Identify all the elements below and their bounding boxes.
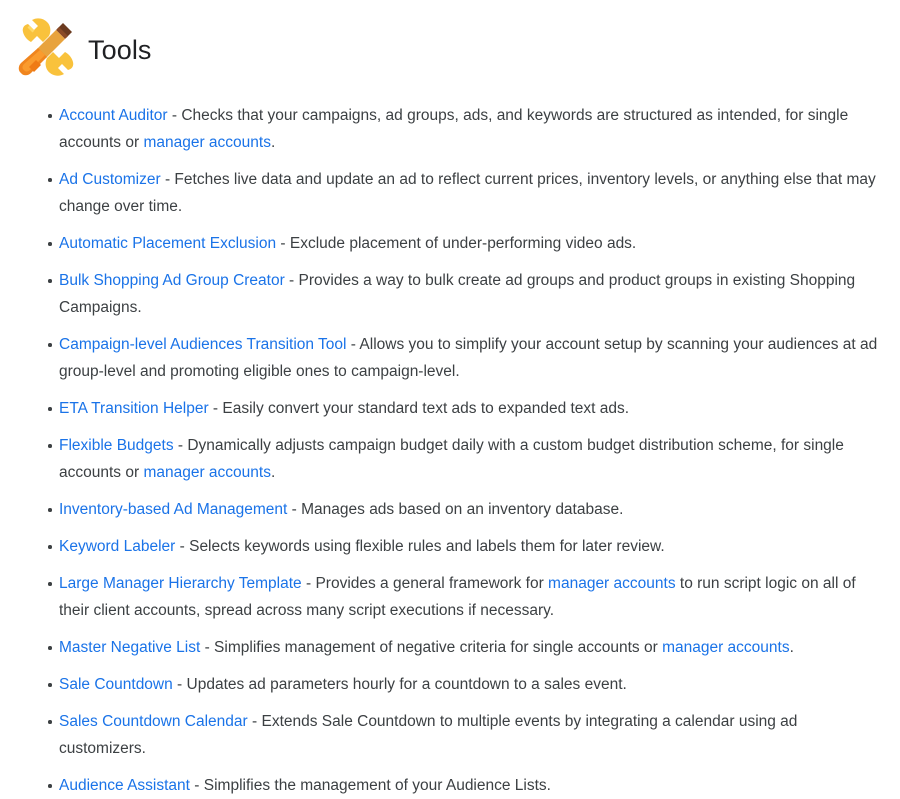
manager-accounts-link[interactable]: manager accounts xyxy=(662,639,790,656)
tool-description: . xyxy=(789,639,794,656)
tool-link[interactable]: ETA Transition Helper xyxy=(59,400,209,417)
list-item: Audience Assistant - Simplifies the mana… xyxy=(48,772,880,799)
tool-link[interactable]: Sales Countdown Calendar xyxy=(59,713,248,730)
manager-accounts-link[interactable]: manager accounts xyxy=(143,464,271,481)
tool-link[interactable]: Flexible Budgets xyxy=(59,437,174,454)
tool-link[interactable]: Inventory-based Ad Management xyxy=(59,501,287,518)
tool-description: - Provides a general framework for xyxy=(301,575,549,592)
tool-link[interactable]: Automatic Placement Exclusion xyxy=(59,235,276,252)
tool-link[interactable]: Sale Countdown xyxy=(59,676,173,693)
tools-emoji-icon xyxy=(16,15,80,79)
tool-description: - Selects keywords using flexible rules … xyxy=(175,538,665,555)
list-item: Automatic Placement Exclusion - Exclude … xyxy=(48,230,880,257)
list-item: Keyword Labeler - Selects keywords using… xyxy=(48,533,880,560)
list-item: Account Auditor - Checks that your campa… xyxy=(48,102,880,156)
tool-description: - Fetches live data and update an ad to … xyxy=(59,171,876,215)
list-item: Sale Countdown - Updates ad parameters h… xyxy=(48,671,880,698)
tool-description: - Manages ads based on an inventory data… xyxy=(287,501,624,518)
tool-link[interactable]: Master Negative List xyxy=(59,639,200,656)
page-title: Tools xyxy=(88,34,152,65)
tool-description: - Simplifies management of negative crit… xyxy=(200,639,663,656)
list-item: Sales Countdown Calendar - Extends Sale … xyxy=(48,708,880,762)
list-item: Inventory-based Ad Management - Manages … xyxy=(48,496,880,523)
tool-description: - Exclude placement of under-performing … xyxy=(276,235,637,252)
tool-description: . xyxy=(270,464,276,481)
list-item: ETA Transition Helper - Easily convert y… xyxy=(48,395,880,422)
tool-description: . xyxy=(270,134,276,151)
list-item: Campaign-level Audiences Transition Tool… xyxy=(48,331,880,385)
page-header: Tools xyxy=(0,0,900,76)
tool-link[interactable]: Audience Assistant xyxy=(59,777,190,794)
manager-accounts-link[interactable]: manager accounts xyxy=(143,134,271,151)
list-item: Ad Customizer - Fetches live data and up… xyxy=(48,166,880,220)
list-item: Large Manager Hierarchy Template - Provi… xyxy=(48,570,880,624)
tool-description: - Simplifies the management of your Audi… xyxy=(189,777,551,794)
list-item: Bulk Shopping Ad Group Creator - Provide… xyxy=(48,267,880,321)
tool-link[interactable]: Keyword Labeler xyxy=(59,538,175,555)
tool-link[interactable]: Campaign-level Audiences Transition Tool xyxy=(59,336,347,353)
tool-link[interactable]: Bulk Shopping Ad Group Creator xyxy=(59,272,285,289)
list-item: Flexible Budgets - Dynamically adjusts c… xyxy=(48,432,880,486)
tools-list: Account Auditor - Checks that your campa… xyxy=(0,72,900,799)
tool-link[interactable]: Large Manager Hierarchy Template xyxy=(59,575,302,592)
tool-link[interactable]: Ad Customizer xyxy=(59,171,161,188)
tool-description: - Easily convert your standard text ads … xyxy=(208,400,630,417)
tool-link[interactable]: Account Auditor xyxy=(59,107,168,124)
tools-page: Tools Account Auditor - Checks that your… xyxy=(0,0,900,794)
list-item: Master Negative List - Simplifies manage… xyxy=(48,634,880,661)
manager-accounts-link[interactable]: manager accounts xyxy=(548,575,676,592)
tool-description: - Updates ad parameters hourly for a cou… xyxy=(172,676,627,693)
